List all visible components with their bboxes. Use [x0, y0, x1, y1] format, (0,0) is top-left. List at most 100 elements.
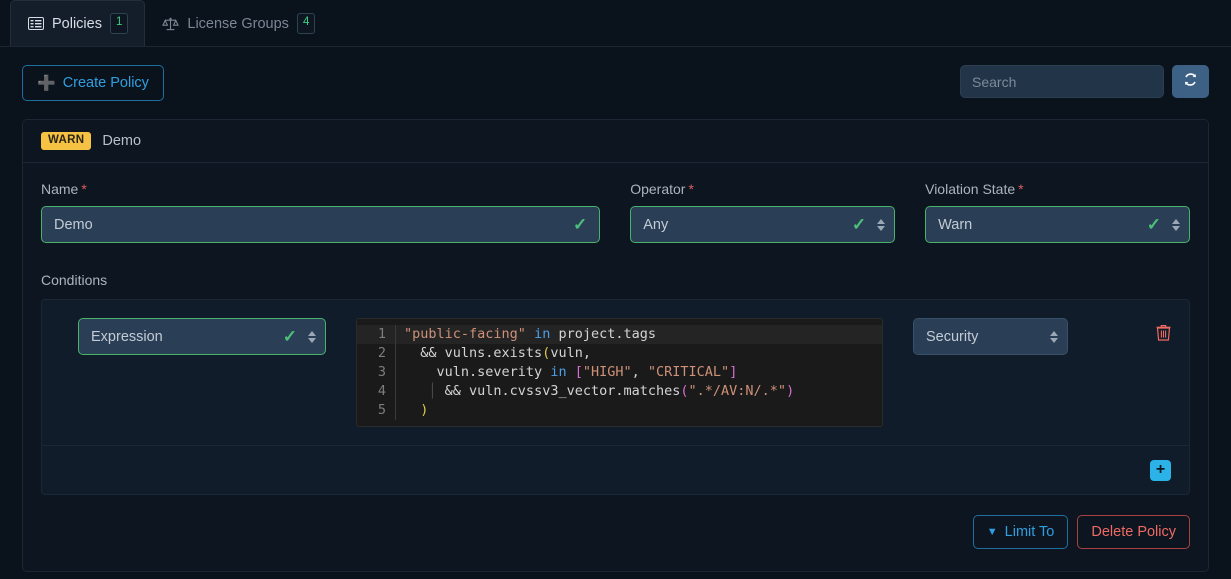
code-token: "CRITICAL": [647, 364, 730, 380]
code-token: && vuln.cvssv3_vector.matches: [436, 383, 681, 399]
line-number: 5: [377, 402, 386, 418]
required-marker: *: [1018, 181, 1024, 197]
stepper-arrows-icon: [1172, 218, 1180, 231]
list-icon: [27, 16, 44, 31]
code-token: ]: [729, 364, 738, 380]
code-token: ): [786, 383, 795, 399]
operator-select[interactable]: Any ✓: [630, 206, 896, 243]
check-icon: ✓: [851, 215, 867, 234]
line-number: 3: [377, 364, 386, 380]
tab-license-groups[interactable]: License Groups 4: [145, 0, 332, 46]
chevron-down-icon: ▼: [986, 525, 998, 538]
limit-to-label: Limit To: [1004, 524, 1055, 540]
delete-condition-button[interactable]: [1156, 318, 1171, 344]
condition-subject-value: Security: [926, 328, 979, 345]
operator-select-value: Any: [643, 216, 669, 233]
policy-title: Demo: [102, 133, 142, 149]
violation-state-label: Violation State *: [925, 181, 1024, 197]
refresh-icon: [1183, 72, 1198, 91]
code-token: in: [550, 364, 567, 380]
add-condition-button[interactable]: +: [1150, 459, 1171, 481]
delete-policy-button[interactable]: Delete Policy: [1077, 515, 1190, 549]
toolbar: ➕ Create Policy: [22, 65, 1209, 105]
condition-subject-select[interactable]: Security: [913, 318, 1068, 355]
policy-card-body: Name * Demo ✓ Operator * Any ✓ Violation…: [23, 163, 1208, 495]
limit-to-button[interactable]: ▼ Limit To: [972, 515, 1069, 549]
code-token: in: [534, 326, 551, 342]
condition-type-value: Expression: [91, 328, 163, 345]
policy-fields-row: Name * Demo ✓ Operator * Any ✓ Violation…: [41, 181, 1190, 243]
tab-policies-badge: 1: [109, 13, 129, 34]
code-text: vuln.severity in ["HIGH", "CRITICAL"]: [395, 363, 882, 382]
create-policy-label: Create Policy: [62, 75, 149, 91]
name-input-value: Demo: [54, 216, 93, 233]
condition-subject-wrap: Security: [913, 318, 1068, 355]
plus-icon: ➕: [37, 74, 56, 92]
line-number: 2: [377, 345, 386, 361]
code-token: "public-facing": [404, 326, 526, 342]
conditions-panel: Expression ✓ 1 "public-facing" in project…: [41, 299, 1190, 495]
line-number: 4: [377, 383, 386, 399]
scales-icon: [162, 16, 180, 31]
tab-bar: Policies 1 License Groups 4: [0, 0, 1231, 47]
code-token: ): [420, 402, 429, 418]
plus-icon: +: [1155, 461, 1166, 478]
code-line: 5 ): [357, 401, 882, 420]
code-text: "public-facing" in project.tags: [395, 325, 882, 344]
check-icon: ✓: [572, 215, 588, 234]
stepper-arrows-icon: [1050, 330, 1058, 343]
conditions-footer: +: [42, 446, 1189, 494]
code-token: ".*/AV:N/.*": [688, 383, 787, 399]
code-line: 2 && vulns.exists(vuln,: [357, 344, 882, 363]
code-line: 4 │ && vuln.cvssv3_vector.matches(".*/AV…: [357, 382, 882, 401]
tab-policies-label: Policies: [52, 15, 102, 32]
field-name: Name * Demo ✓: [41, 181, 601, 243]
trash-icon: [1156, 325, 1171, 345]
operator-label: Operator *: [630, 181, 694, 197]
code-token: vuln,: [550, 345, 591, 361]
stepper-arrows-icon: [308, 330, 316, 343]
code-token: │: [428, 383, 437, 399]
code-text: && vulns.exists(vuln,: [395, 344, 882, 363]
check-icon: ✓: [282, 327, 297, 346]
condition-type-wrap: Expression ✓: [78, 318, 326, 355]
code-token: "HIGH": [582, 364, 632, 380]
name-input[interactable]: Demo ✓: [41, 206, 601, 243]
field-violation-state: Violation State * Warn ✓: [925, 181, 1190, 243]
code-token: ,: [631, 364, 648, 380]
violation-state-select[interactable]: Warn ✓: [925, 206, 1190, 243]
refresh-button[interactable]: [1172, 65, 1209, 98]
delete-policy-label: Delete Policy: [1091, 524, 1176, 540]
code-text: │ && vuln.cvssv3_vector.matches(".*/AV:N…: [395, 382, 882, 401]
search-area: [960, 65, 1209, 98]
condition-type-select[interactable]: Expression ✓: [78, 318, 326, 355]
code-token: [: [574, 364, 583, 380]
expression-code-editor[interactable]: 1 "public-facing" in project.tags 2 && vul…: [356, 318, 883, 427]
page-content: ➕ Create Policy WARN Demo: [0, 47, 1231, 572]
condition-row: Expression ✓ 1 "public-facing" in project…: [42, 300, 1189, 446]
required-marker: *: [81, 181, 87, 197]
line-number: 1: [377, 326, 386, 342]
search-input[interactable]: [960, 65, 1164, 98]
tab-policies[interactable]: Policies 1: [10, 0, 146, 46]
create-policy-button[interactable]: ➕ Create Policy: [22, 65, 164, 101]
code-token: project.tags: [550, 326, 656, 342]
tab-license-groups-label: License Groups: [187, 15, 289, 32]
policy-card-footer: ▼ Limit To Delete Policy: [23, 515, 1208, 571]
tab-license-groups-badge: 4: [296, 13, 316, 34]
code-token: vuln.severity: [404, 364, 551, 380]
code-line: 3 vuln.severity in ["HIGH", "CRITICAL"]: [357, 363, 882, 382]
name-label: Name *: [41, 181, 87, 197]
policy-card: WARN Demo Name * Demo ✓ Operator * Any ✓…: [22, 119, 1209, 572]
conditions-label: Conditions: [41, 272, 108, 288]
code-line: 1 "public-facing" in project.tags: [357, 325, 882, 344]
policy-card-header: WARN Demo: [23, 120, 1208, 163]
code-token: && vulns.exists: [404, 345, 543, 361]
code-text: ): [395, 401, 882, 420]
stepper-arrows-icon: [877, 218, 886, 231]
field-operator: Operator * Any ✓: [630, 181, 896, 243]
